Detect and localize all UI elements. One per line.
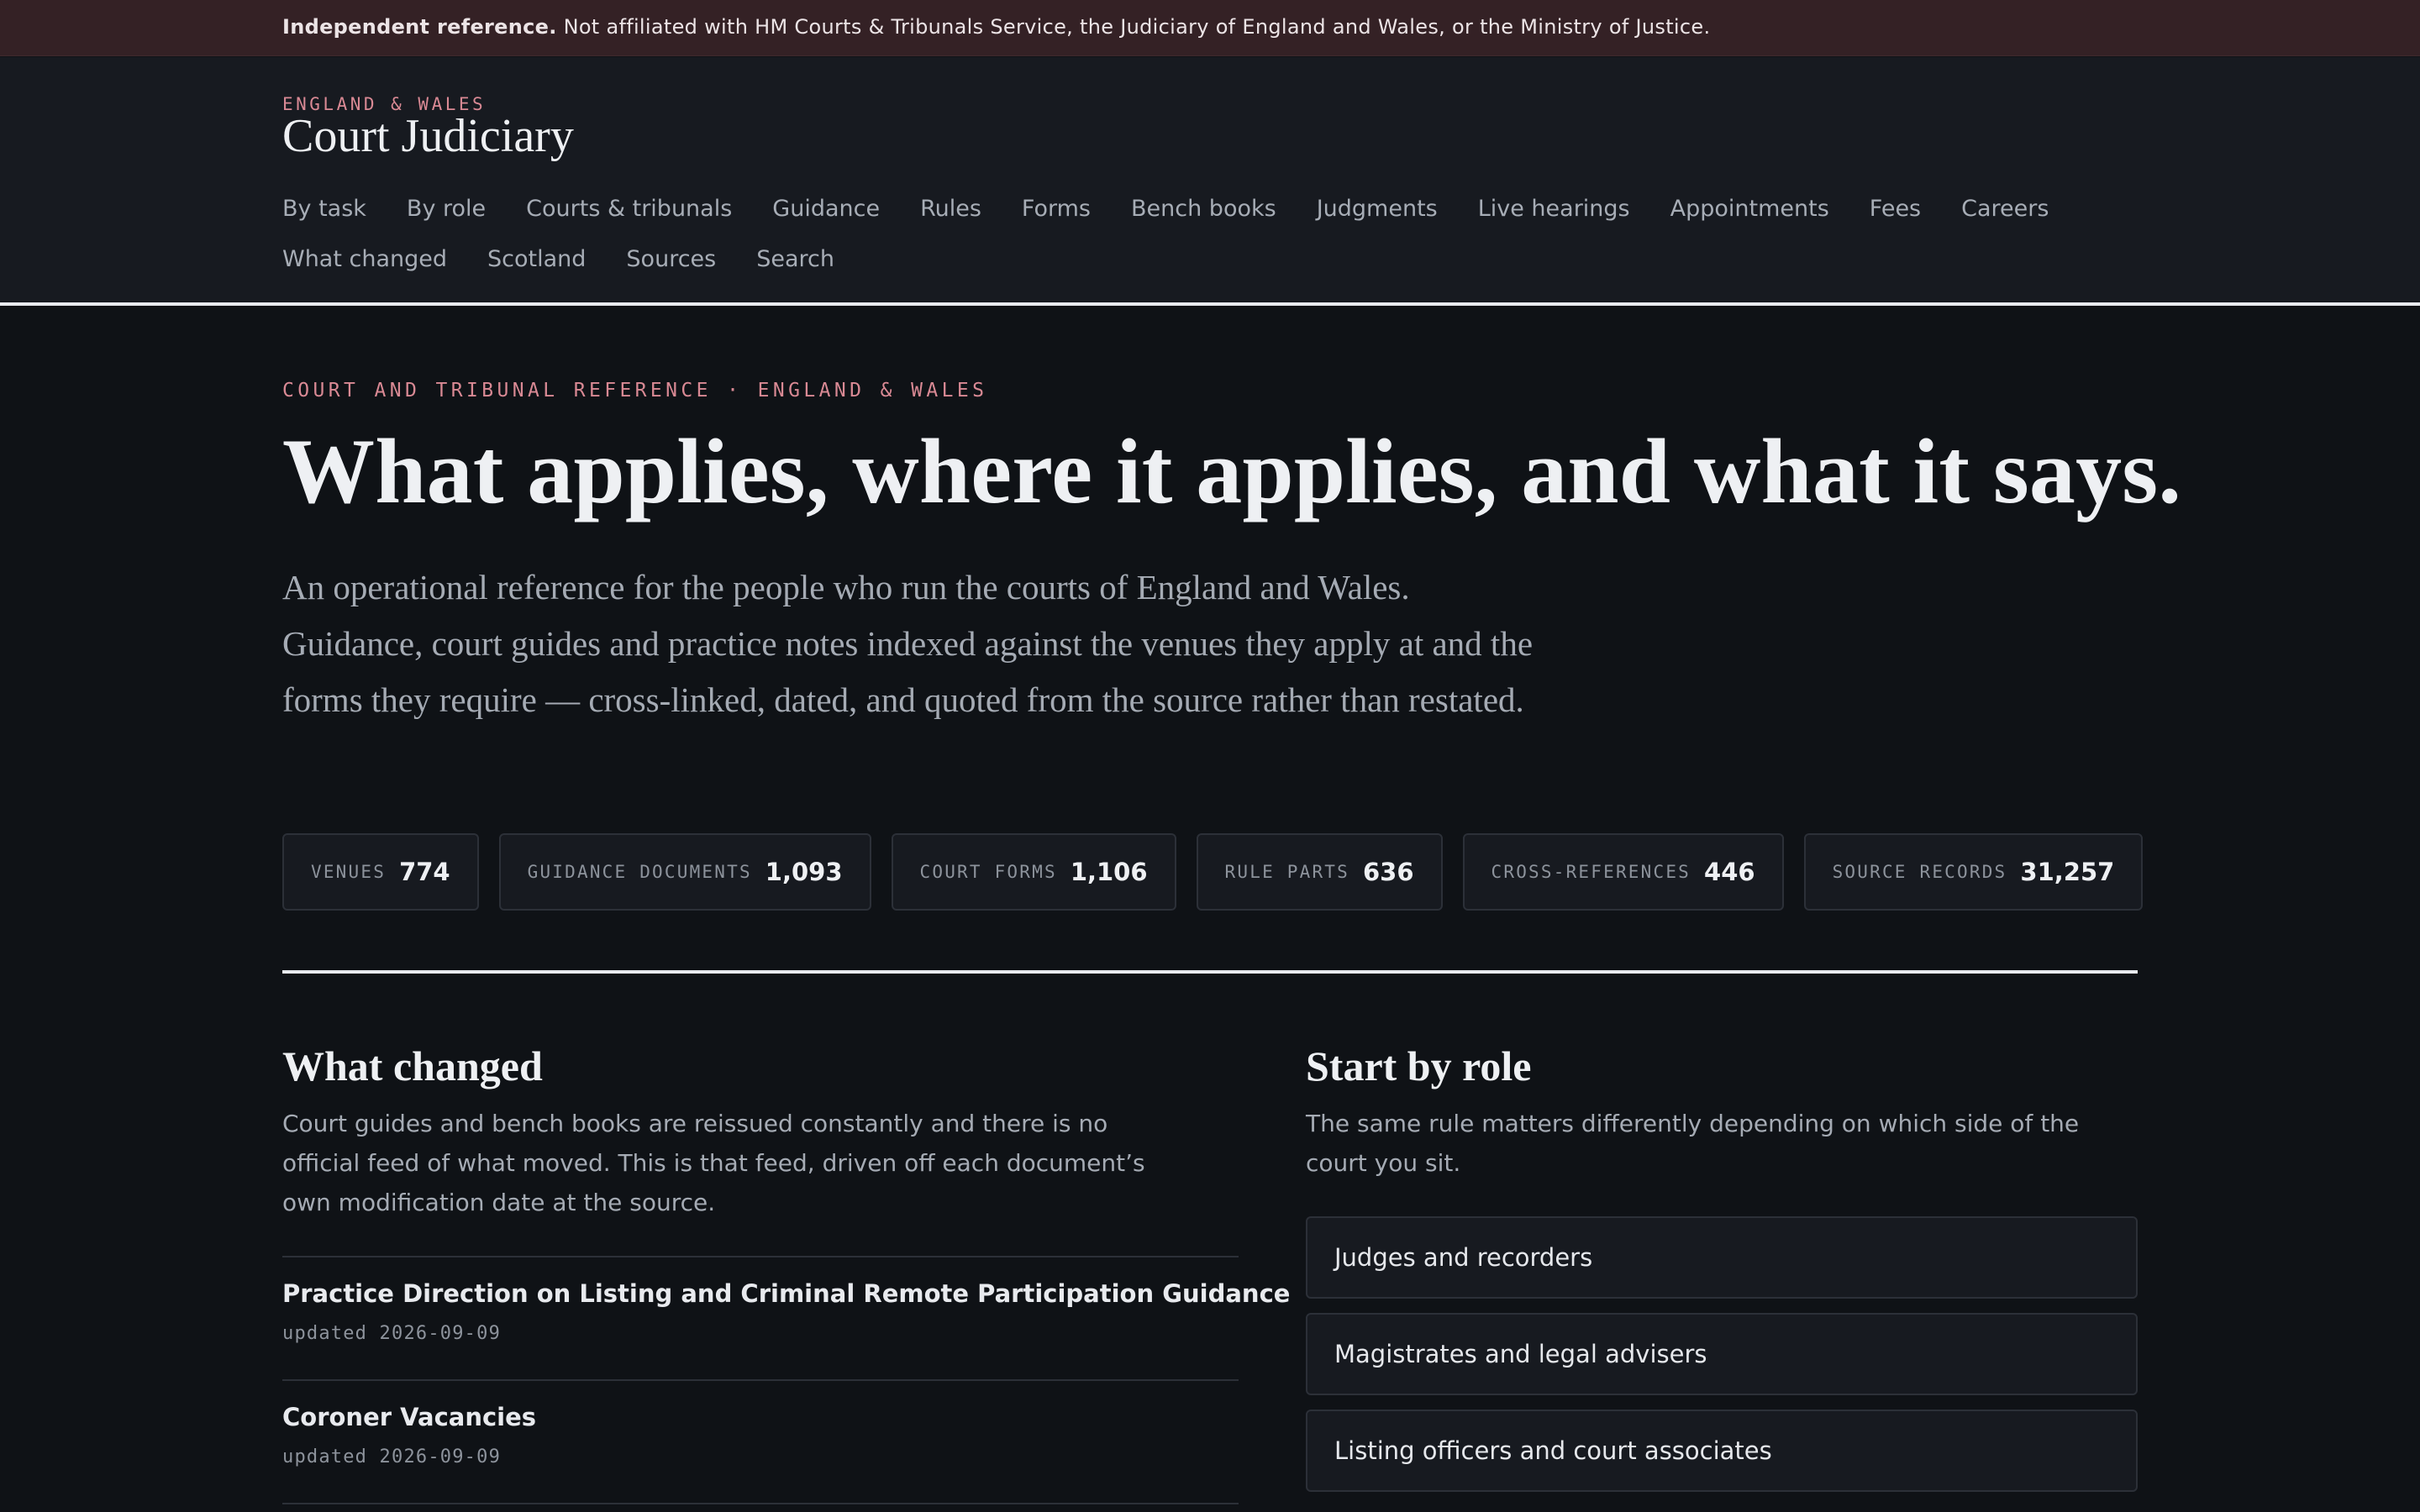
nav-sources[interactable]: Sources xyxy=(626,246,716,272)
stat-source-records: SOURCE RECORDS 31,257 xyxy=(1803,833,2144,911)
nav-by-task[interactable]: By task xyxy=(282,196,366,222)
nav-what-changed[interactable]: What changed xyxy=(282,246,447,272)
nav-scotland[interactable]: Scotland xyxy=(487,246,586,272)
stat-label: COURT FORMS xyxy=(919,862,1057,882)
role-magistrates-legal-advisers[interactable]: Magistrates and legal advisers xyxy=(1306,1313,2138,1395)
nav-by-role[interactable]: By role xyxy=(407,196,486,222)
nav-live-hearings[interactable]: Live hearings xyxy=(1478,196,1630,222)
stat-label: SOURCE RECORDS xyxy=(1832,862,2007,882)
stats-row: VENUES 774 GUIDANCE DOCUMENTS 1,093 COURT … xyxy=(282,833,2163,911)
disclaimer-body: Not affiliated with HM Courts & Tribunal… xyxy=(556,15,1711,39)
stat-venues: VENUES 774 xyxy=(282,833,479,911)
nav-courts-tribunals[interactable]: Courts & tribunals xyxy=(526,196,732,222)
nav-judgments[interactable]: Judgments xyxy=(1317,196,1438,222)
site-header: ENGLAND & WALES Court Judiciary By task … xyxy=(0,57,2420,306)
disclaimer-text: Independent reference. Not affiliated wi… xyxy=(282,15,1710,39)
change-title: Coroner Vacancies xyxy=(282,1403,537,1431)
hero-title: What applies, where it applies, and what… xyxy=(282,420,2182,522)
nav-bench-books[interactable]: Bench books xyxy=(1131,196,1276,222)
nav-rules[interactable]: Rules xyxy=(920,196,981,222)
change-date: updated 2026-09-09 xyxy=(282,1446,502,1467)
nav-row-1: By task By role Courts & tribunals Guida… xyxy=(282,183,2215,234)
change-date: updated 2026-09-09 xyxy=(282,1323,502,1344)
stat-value: 774 xyxy=(399,858,450,886)
start-by-role-section: Start by role The same rule matters diff… xyxy=(1306,1042,2138,1506)
nav-careers[interactable]: Careers xyxy=(1961,196,2049,222)
what-changed-desc: Court guides and bench books are reissue… xyxy=(282,1110,1145,1216)
nav-forms[interactable]: Forms xyxy=(1022,196,1091,222)
stat-cross-references: CROSS-REFERENCES 446 xyxy=(1462,833,1784,911)
stat-label: GUIDANCE DOCUMENTS xyxy=(527,862,752,882)
stat-rule-parts: RULE PARTS 636 xyxy=(1196,833,1443,911)
nav-fees[interactable]: Fees xyxy=(1870,196,1921,222)
start-by-role-title: Start by role xyxy=(1306,1042,1532,1089)
site-logo[interactable]: Court Judiciary xyxy=(282,109,574,163)
role-listing-officers[interactable]: Listing officers and court associates xyxy=(1306,1410,2138,1492)
section-divider xyxy=(282,970,2138,974)
change-title: Practice Direction on Listing and Crimin… xyxy=(282,1279,1291,1308)
stat-value: 1,106 xyxy=(1070,858,1148,886)
stat-value: 446 xyxy=(1704,858,1755,886)
disclaimer-banner: Independent reference. Not affiliated wi… xyxy=(0,0,2420,56)
stat-guidance-documents: GUIDANCE DOCUMENTS 1,093 xyxy=(498,833,871,911)
stat-label: VENUES xyxy=(311,862,387,882)
nav-row-2: What changed Scotland Sources Search xyxy=(282,234,2215,284)
nav-search[interactable]: Search xyxy=(756,246,834,272)
hero-lead: An operational reference for the people … xyxy=(282,568,1534,719)
nav-guidance[interactable]: Guidance xyxy=(772,196,880,222)
disclaimer-bold: Independent reference. xyxy=(282,15,557,39)
stat-label: RULE PARTS xyxy=(1224,862,1349,882)
what-changed-section: What changed Court guides and bench book… xyxy=(282,1042,1291,1504)
stat-value: 1,093 xyxy=(765,858,843,886)
list-item[interactable]: Practice Direction on Listing and Crimin… xyxy=(282,1257,1291,1381)
stat-label: CROSS-REFERENCES xyxy=(1491,862,1691,882)
hero-eyebrow: COURT AND TRIBUNAL REFERENCE · ENGLAND &… xyxy=(282,380,988,402)
stat-court-forms: COURT FORMS 1,106 xyxy=(891,833,1176,911)
list-item[interactable]: Coroner Vacancies updated 2026-09-09 xyxy=(282,1381,1239,1504)
stat-value: 31,257 xyxy=(2020,858,2115,886)
roles-list: Judges and recorders Magistrates and leg… xyxy=(1306,1216,2138,1492)
stat-value: 636 xyxy=(1362,858,1414,886)
main-nav: By task By role Courts & tribunals Guida… xyxy=(282,183,2215,284)
start-by-role-desc: The same rule matters differently depend… xyxy=(1306,1110,2080,1177)
role-judges-recorders[interactable]: Judges and recorders xyxy=(1306,1216,2138,1299)
what-changed-title: What changed xyxy=(282,1042,543,1089)
nav-appointments[interactable]: Appointments xyxy=(1670,196,1829,222)
changes-list: Practice Direction on Listing and Crimin… xyxy=(282,1256,1291,1504)
